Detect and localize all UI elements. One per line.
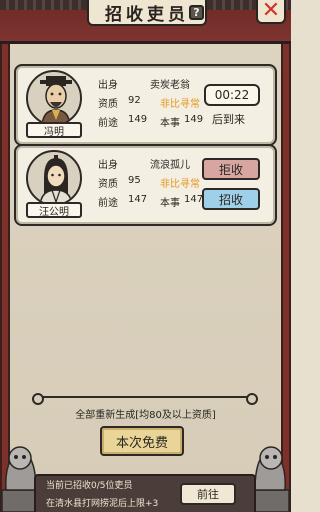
candidate-portrait: 汪公明 bbox=[22, 150, 86, 224]
section-divider bbox=[32, 393, 258, 405]
close-button[interactable]: ✕ bbox=[256, 0, 286, 24]
candidate-card: 汪公明 出身 流浪孤儿 资质 95 非比寻常 前途 147 本事 147 拒收 … bbox=[14, 144, 277, 226]
aptitude-label: 资质 bbox=[98, 99, 118, 110]
aptitude-value: 95 bbox=[128, 175, 141, 186]
close-icon: ✕ bbox=[261, 0, 281, 23]
candidate-name: 汪公明 bbox=[26, 202, 82, 218]
aptitude-value: 92 bbox=[128, 95, 141, 106]
reject-button[interactable]: 拒收 bbox=[202, 158, 260, 180]
recruited-count: 当前已招收0/5位吏员 bbox=[46, 481, 133, 491]
scholar-portrait-icon bbox=[39, 155, 73, 204]
prospect-label: 前途 bbox=[98, 118, 118, 129]
skill-label: 本事 bbox=[160, 118, 180, 129]
candidate-stats: 出身 卖炭老翁 资质 92 非比寻常 前途 149 本事 149 bbox=[98, 76, 208, 133]
origin-label: 出身 bbox=[98, 80, 118, 91]
help-icon[interactable]: ? bbox=[189, 5, 204, 20]
aptitude-tag: 非比寻常 bbox=[160, 99, 200, 110]
avatar bbox=[26, 150, 82, 206]
candidate-name: 冯明 bbox=[26, 122, 82, 138]
prospect-value: 149 bbox=[128, 114, 148, 125]
origin-value: 卖炭老翁 bbox=[150, 80, 190, 91]
capacity-hint: 在清水县打网捞泥后上限+3 bbox=[46, 499, 159, 509]
origin-value: 流浪孤儿 bbox=[150, 160, 190, 171]
aptitude-label: 资质 bbox=[98, 179, 118, 190]
skill-label: 本事 bbox=[160, 198, 180, 209]
avatar bbox=[26, 70, 82, 126]
arrival-status: 后到来 bbox=[212, 113, 245, 126]
official-portrait-icon bbox=[40, 76, 72, 124]
page-title-text: 招收吏员 bbox=[105, 4, 189, 25]
regenerate-free-button[interactable]: 本次免费 bbox=[100, 426, 184, 456]
go-button[interactable]: 前往 bbox=[180, 483, 236, 505]
prospect-value: 147 bbox=[128, 194, 148, 205]
accept-button[interactable]: 招收 bbox=[202, 188, 260, 210]
regenerate-description: 全部重新生成[均80及以上资质] bbox=[75, 410, 216, 421]
origin-label: 出身 bbox=[98, 160, 118, 171]
candidate-portrait: 冯明 bbox=[22, 70, 86, 144]
candidate-stats: 出身 流浪孤儿 资质 95 非比寻常 前途 147 本事 147 bbox=[98, 156, 208, 213]
skill-value: 147 bbox=[184, 194, 204, 205]
prospect-label: 前途 bbox=[98, 198, 118, 209]
skill-value: 149 bbox=[184, 114, 204, 125]
arrival-timer: 00:22 bbox=[204, 84, 260, 106]
candidate-card: 冯明 出身 卖炭老翁 资质 92 非比寻常 前途 149 本事 149 00:2… bbox=[14, 64, 277, 146]
aptitude-tag: 非比寻常 bbox=[160, 179, 200, 190]
